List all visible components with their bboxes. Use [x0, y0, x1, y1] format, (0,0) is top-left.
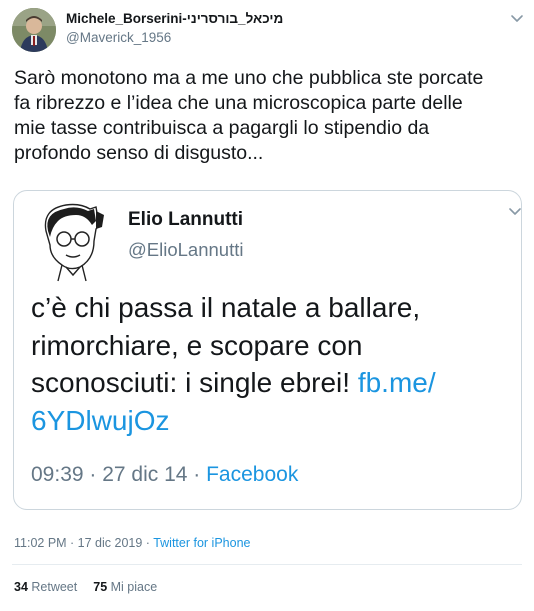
quoted-tweet-meta: 09:39 · 27 dic 14 · Facebook [31, 463, 298, 487]
author-handle[interactable]: @Maverick_1956 [66, 30, 171, 45]
quoted-tweet-text: c’è chi passa il natale a ballare, rimor… [31, 289, 521, 439]
likes-stat[interactable]: 75 Mi piace [93, 580, 157, 594]
quoted-timestamp: 09:39 · 27 dic 14 · [31, 463, 207, 486]
quoted-author-handle[interactable]: @ElioLannutti [128, 239, 243, 261]
likes-count: 75 [93, 580, 108, 594]
author-display-name[interactable]: Michele_Borserini-מיכאל_בורסריני [66, 11, 283, 26]
tweet-text: Sarò monotono ma a me uno che pubblica s… [14, 67, 484, 164]
chevron-down-icon [509, 208, 521, 215]
retweets-count: 34 [14, 580, 28, 594]
retweets-stat[interactable]: 34 Retweet [14, 580, 77, 594]
quoted-tweet-card[interactable]: Elio Lannutti @ElioLannutti c’è chi pass… [13, 190, 522, 510]
tweet-stats: 34 Retweet 75 Mi piace [14, 580, 157, 594]
client-link[interactable]: Twitter for iPhone [153, 536, 250, 550]
quoted-avatar [36, 201, 116, 283]
chevron-down-icon[interactable] [510, 14, 524, 24]
divider [12, 564, 522, 565]
tweet-timestamp: 11:02 PM · 17 dic 2019 · Twitter for iPh… [14, 536, 250, 550]
quoted-author-name[interactable]: Elio Lannutti [128, 209, 243, 231]
avatar[interactable] [12, 8, 56, 52]
retweets-label: Retweet [27, 580, 78, 594]
quoted-source-link[interactable]: Facebook [206, 463, 298, 486]
tweet[interactable]: Michele_Borserini-מיכאל_בורסריני @Maveri… [0, 0, 534, 611]
timestamp-text[interactable]: 11:02 PM · 17 dic 2019 · [14, 536, 153, 550]
likes-label: Mi piace [107, 580, 158, 594]
